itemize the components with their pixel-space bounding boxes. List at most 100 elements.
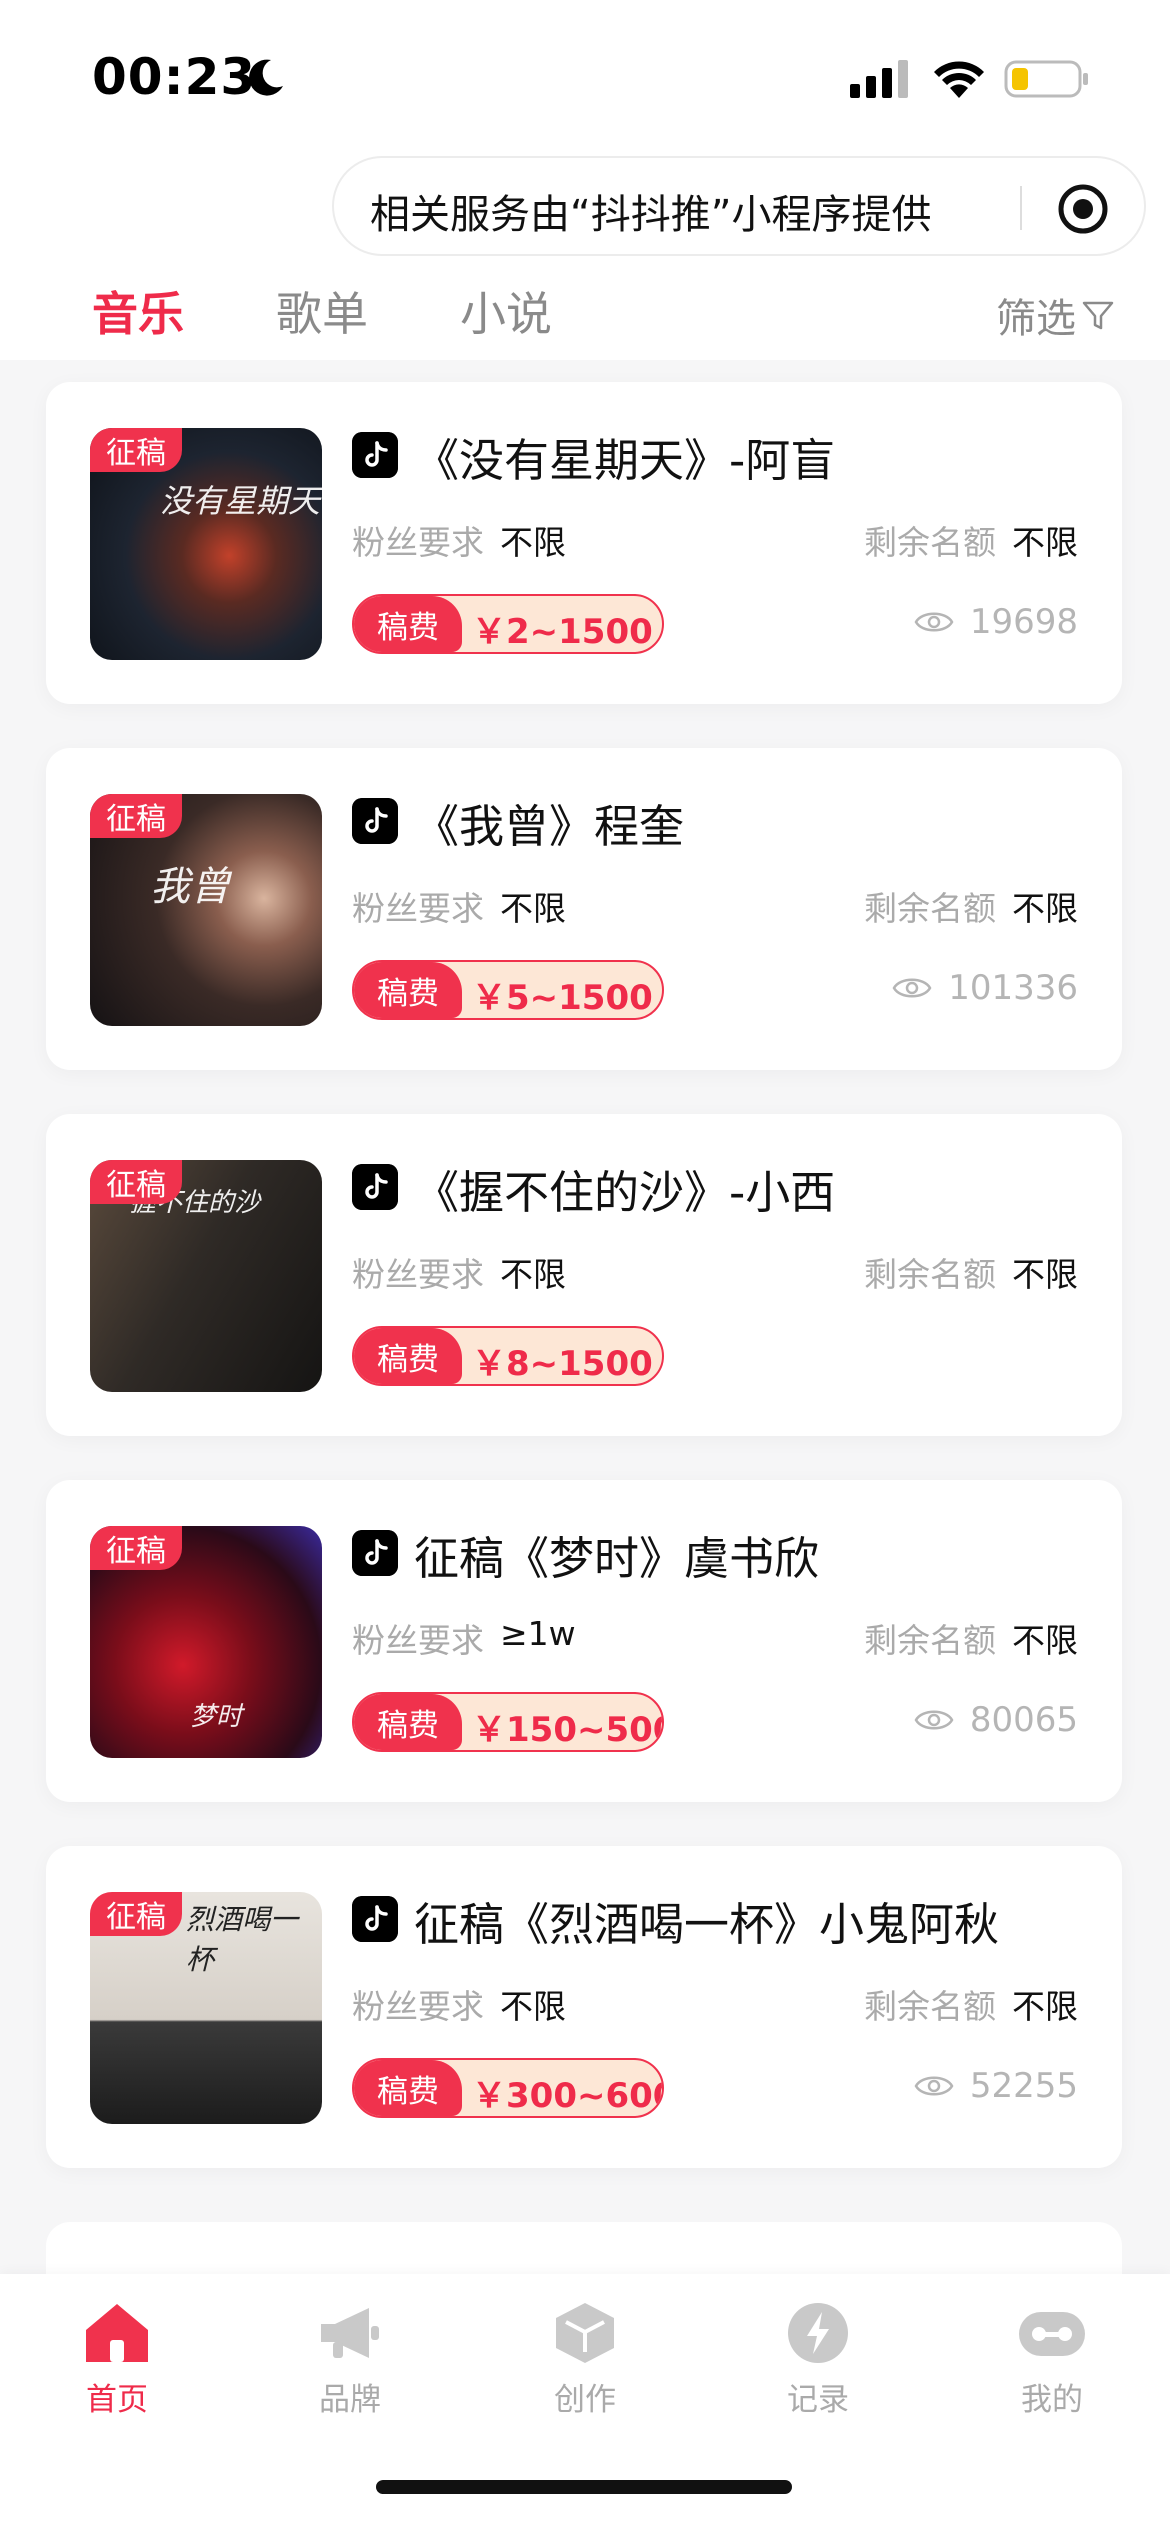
tiktok-icon [352,1530,398,1576]
megaphone-icon [321,2308,379,2358]
card-title: 《没有星期天》-阿盲 [414,434,836,487]
cube-icon [556,2303,614,2363]
cover-caption: 没有星期天 [160,482,321,520]
quota-value: 不限 [1012,889,1078,928]
signal-icon [850,60,908,98]
pill-divider [1020,186,1022,230]
fans-label: 粉丝要求 [352,1255,484,1294]
fans-value: 不限 [500,523,566,562]
quota-label: 剩余名额 [864,1621,996,1660]
fee-value: ￥8~1500 [472,1344,653,1384]
fee-tag: 稿费 ￥5~1500 [352,960,664,1020]
cover-image: 梦时 征稿 [90,1526,322,1758]
fee-label: 稿费 [354,1694,462,1750]
cover-image: 握不住的沙 征稿 [90,1160,322,1392]
tabbar-home[interactable]: 首页 [47,2300,187,2440]
home-icon [86,2304,148,2362]
eye-icon [892,978,932,998]
call-badge: 征稿 [90,1160,182,1204]
fans-value: 不限 [500,1255,566,1294]
moon-icon [249,59,283,96]
task-card[interactable]: 烈酒喝一杯 征稿 征稿《烈酒喝一杯》小鬼阿秋 粉丝要求 不限 剩余名额 不限 稿… [46,1846,1122,2168]
view-count-value: 80065 [969,1700,1078,1740]
fans-label: 粉丝要求 [352,1987,484,2026]
filter-button[interactable]: 筛选 [996,286,1116,344]
card-title: 《我曾》程奎 [414,800,685,853]
fee-value: ￥2~1500 [472,612,653,652]
tiktok-icon [352,1896,398,1942]
fee-tag: 稿费 ￥300~6000 [352,2058,664,2118]
fans-value: 不限 [500,889,566,928]
quota-label: 剩余名额 [864,523,996,562]
tiktok-icon [352,432,398,478]
header: 相关服务由“抖抖推”小程序提供 音乐 歌单 小说 筛选 [0,150,1170,360]
record-icon[interactable] [1056,182,1110,236]
cover-caption: 梦时 [190,1702,243,1732]
call-badge: 征稿 [90,428,182,472]
call-badge: 征稿 [90,1892,182,1936]
tab-novel[interactable]: 小说 [460,278,552,344]
cover-caption: 烈酒喝一杯 [186,1903,299,1976]
home-indicator [376,2480,792,2494]
quota-value: 不限 [1012,1987,1078,2026]
tabbar-mine[interactable]: 我的 [982,2300,1122,2440]
fans-value: 不限 [500,1987,566,2026]
eye-icon [914,612,954,632]
view-count: 101336 [892,968,1078,1008]
view-count: 80065 [914,1700,1078,1740]
cover-image: 没有星期天 征稿 [90,428,322,660]
fee-label: 稿费 [354,962,462,1018]
status-bar: 00:23 [0,0,1170,150]
cover-caption: 我曾 [150,864,230,910]
quota-label: 剩余名额 [864,1987,996,2026]
cover-image: 烈酒喝一杯 征稿 [90,1892,322,2124]
tabbar-record-label: 记录 [787,2382,849,2418]
cover-image: 我曾 征稿 [90,794,322,1026]
tabbar-home-label: 首页 [86,2382,148,2418]
gamepad-icon [1019,2312,1085,2356]
tabbar-create[interactable]: 创作 [515,2300,655,2440]
fee-value: ￥150~5000 [472,1710,662,1750]
quota-value: 不限 [1012,1255,1078,1294]
card-title: 征稿《梦时》虞书欣 [414,1532,820,1585]
quota-value: 不限 [1012,1621,1078,1660]
fans-label: 粉丝要求 [352,889,484,928]
service-text: 相关服务由“抖抖推”小程序提供 [370,192,932,238]
fans-label: 粉丝要求 [352,523,484,562]
task-card[interactable]: 没有星期天 征稿 《没有星期天》-阿盲 粉丝要求 不限 剩余名额 不限 稿费 ￥… [46,382,1122,704]
fee-label: 稿费 [354,596,462,652]
task-card[interactable]: 梦时 征稿 征稿《梦时》虞书欣 粉丝要求 ≥1w 剩余名额 不限 稿费 ￥150… [46,1480,1122,1802]
view-count-value: 19698 [969,602,1078,642]
fee-label: 稿费 [354,2060,462,2116]
fee-tag: 稿费 ￥8~1500 [352,1326,664,1386]
call-badge: 征稿 [90,794,182,838]
tiktok-icon [352,798,398,844]
quota-label: 剩余名额 [864,889,996,928]
card-title: 征稿《烈酒喝一杯》小鬼阿秋 [414,1898,1000,1951]
tabbar-brand-label: 品牌 [319,2382,381,2418]
quota-value: 不限 [1012,523,1078,562]
category-tabs: 音乐 歌单 小说 筛选 [0,270,1170,360]
quota-label: 剩余名额 [864,1255,996,1294]
filter-label: 筛选 [996,296,1076,342]
tabbar-brand[interactable]: 品牌 [280,2300,420,2440]
tabbar-record[interactable]: 记录 [748,2300,888,2440]
task-card[interactable]: 握不住的沙 征稿 《握不住的沙》-小西 粉丝要求 不限 剩余名额 不限 稿费 ￥… [46,1114,1122,1436]
fans-label: 粉丝要求 [352,1621,484,1660]
fee-tag: 稿费 ￥2~1500 [352,594,664,654]
service-pill[interactable]: 相关服务由“抖抖推”小程序提供 [332,156,1146,256]
fee-value: ￥300~6000 [472,2076,662,2116]
eye-icon [914,1710,954,1730]
tabbar-mine-label: 我的 [1021,2382,1083,2418]
filter-icon [1082,301,1114,330]
view-count: 19698 [914,602,1078,642]
fee-value: ￥5~1500 [472,978,653,1018]
card-title: 《握不住的沙》-小西 [414,1166,836,1219]
fee-tag: 稿费 ￥150~5000 [352,1692,664,1752]
tab-playlist[interactable]: 歌单 [276,278,368,344]
fans-value: ≥1w [500,1614,576,1653]
status-time: 00:23 [92,48,257,106]
task-card[interactable]: 我曾 征稿 《我曾》程奎 粉丝要求 不限 剩余名额 不限 稿费 ￥5~1500 … [46,748,1122,1070]
lightning-icon [788,2303,848,2363]
tab-music[interactable]: 音乐 [92,278,184,344]
